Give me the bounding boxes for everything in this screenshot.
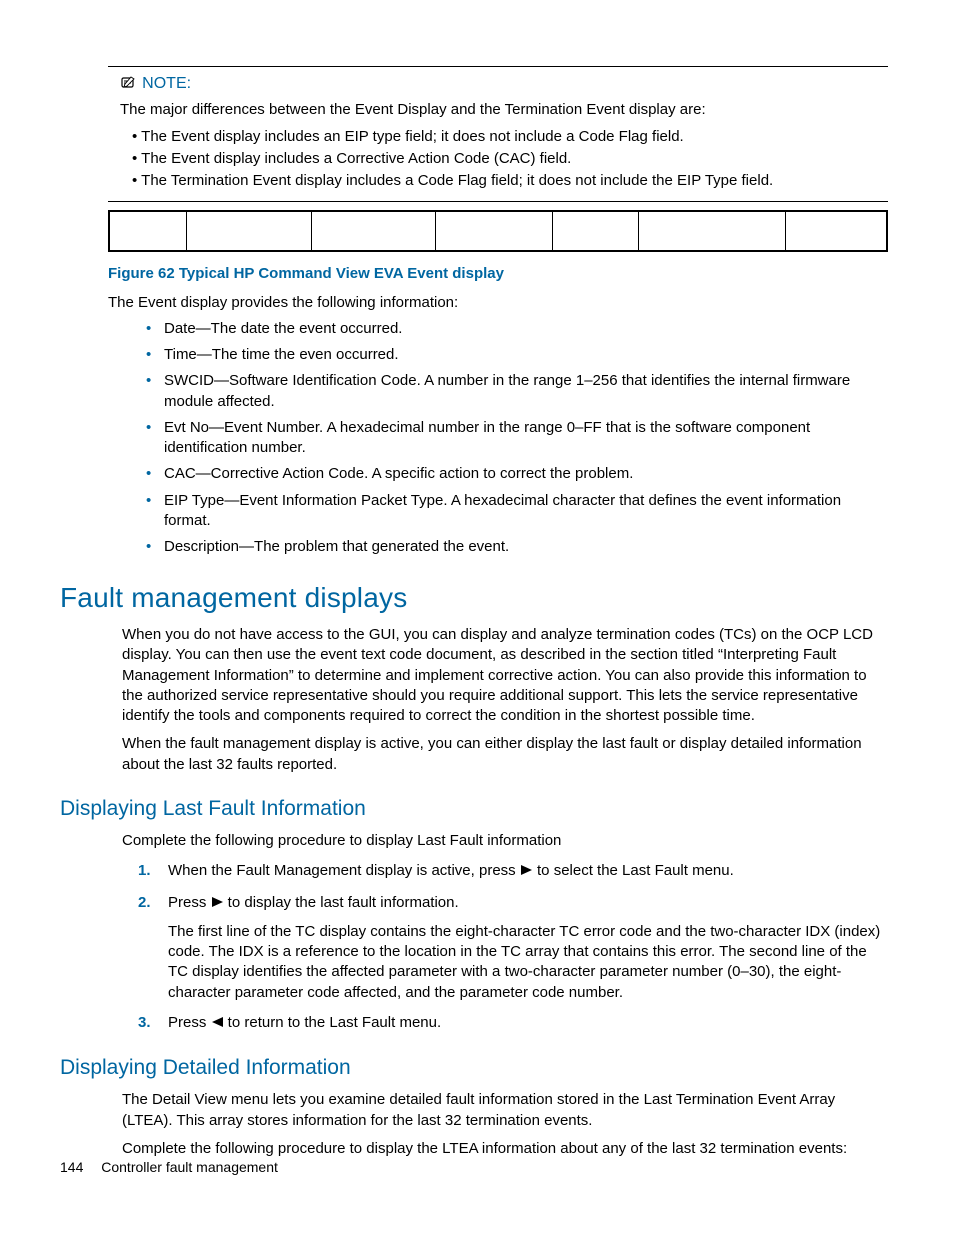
figure-caption: Figure 62 Typical HP Command View EVA Ev… [108,264,890,284]
section-heading-fault-mgmt: Fault management displays [60,579,890,617]
footer-title: Controller fault management [101,1159,278,1175]
bottom-rule [108,201,888,202]
figure-table [108,210,888,252]
list-item: SWCID—Software Identification Code. A nu… [146,371,890,412]
top-rule [108,66,888,67]
subsection-last-fault: Displaying Last Fault Information [60,795,890,823]
note-bullet: • The Termination Event display includes… [132,171,870,191]
note-bullet: • The Event display includes a Correctiv… [132,149,870,169]
left-arrow-icon [211,1014,224,1034]
page-footer: 144 Controller fault management [60,1158,278,1177]
list-item: Description—The problem that generated t… [146,537,890,557]
note-label: NOTE: [142,75,191,92]
list-item: CAC—Corrective Action Code. A specific a… [146,464,890,484]
step-item: When the Fault Management display is act… [138,861,890,882]
detailed-para-1: The Detail View menu lets you examine de… [122,1090,880,1131]
step-detail: The first line of the TC display contain… [168,922,890,1003]
list-item: Time—The time the even occurred. [146,345,890,365]
step-item: Press to display the last fault informat… [138,893,890,1003]
step-text: to select the Last Fault menu. [533,862,734,879]
note-icon [120,76,136,96]
step-text: When the Fault Management display is act… [168,862,520,879]
step-text: to return to the Last Fault menu. [224,1014,442,1031]
list-item: EIP Type—Event Information Packet Type. … [146,491,890,532]
list-item: Evt No—Event Number. A hexadecimal numbe… [146,418,890,459]
detailed-para-2: Complete the following procedure to disp… [122,1139,880,1159]
note-block: NOTE: The major differences between the … [120,73,870,191]
step-text: Press [168,894,211,911]
note-bullet: • The Event display includes an EIP type… [132,127,870,147]
fmd-para-1: When you do not have access to the GUI, … [122,625,880,726]
subsection-detailed: Displaying Detailed Information [60,1054,890,1082]
page-number: 144 [60,1159,83,1175]
right-arrow-icon [520,862,533,882]
list-item: Date—The date the event occurred. [146,319,890,339]
right-arrow-icon [211,894,224,914]
note-intro: The major differences between the Event … [120,100,870,120]
step-item: Press to return to the Last Fault menu. [138,1013,890,1034]
last-fault-intro: Complete the following procedure to disp… [122,831,880,851]
step-text: to display the last fault information. [224,894,459,911]
event-intro: The Event display provides the following… [108,293,880,313]
step-text: Press [168,1014,211,1031]
fmd-para-2: When the fault management display is act… [122,734,880,775]
note-header: NOTE: [120,73,870,96]
steps-list: When the Fault Management display is act… [138,861,890,1034]
note-bullets: • The Event display includes an EIP type… [132,127,870,192]
event-field-list: Date—The date the event occurred. Time—T… [146,319,890,558]
